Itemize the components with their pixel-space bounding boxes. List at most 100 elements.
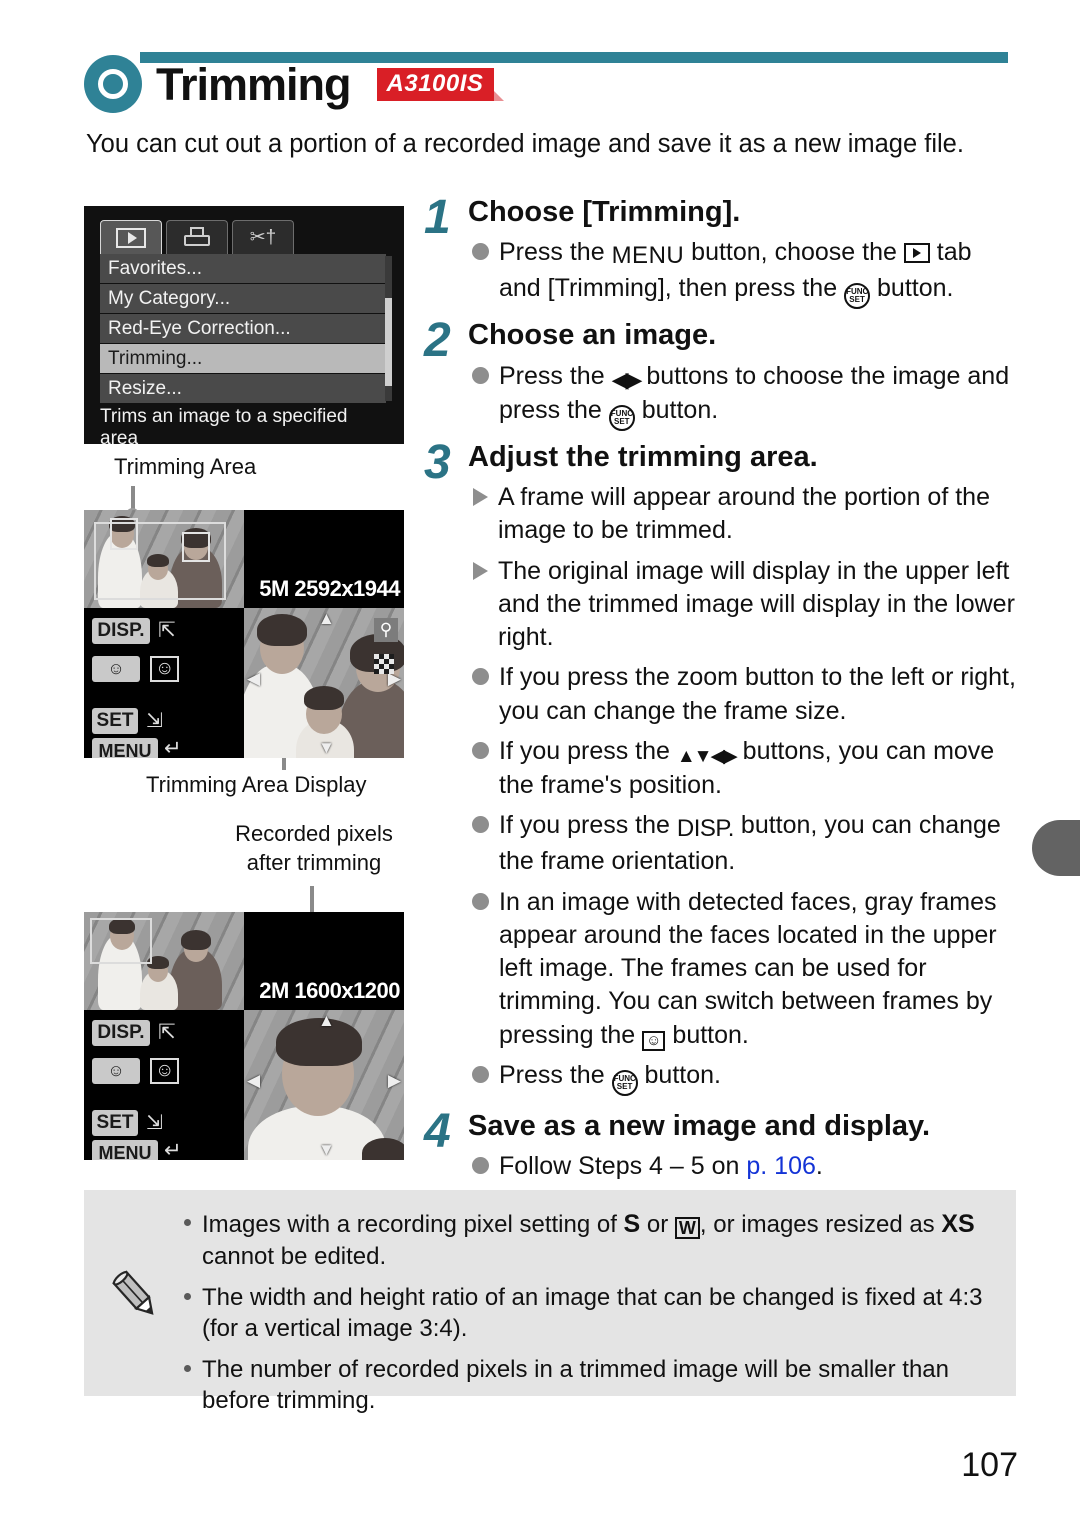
down-arrow-icon: ▼: [318, 1140, 335, 1159]
edge-chapter-tab: [1032, 820, 1080, 876]
face-frame: [110, 518, 138, 550]
bullet-text-a: If you press the: [499, 736, 677, 765]
up-arrow-icon: ▲: [318, 1011, 335, 1030]
face-switch-icon: ☺: [150, 1058, 180, 1084]
face-switch-icon: ☺: [150, 656, 180, 682]
menu-tab-strip: ✂†: [100, 220, 298, 254]
bullet-text: Press the MENU button, choose the tab an…: [499, 236, 1016, 310]
step-bullets: Follow Steps 4 – 5 on p. 106.: [472, 1150, 1016, 1183]
menu-item-resize[interactable]: Resize...: [100, 374, 386, 404]
bullet-dot-icon: [472, 816, 489, 834]
bullet-item: In an image with detected faces, gray fr…: [472, 886, 1016, 1052]
note-text-a: Images with a recording pixel setting of: [202, 1211, 624, 1238]
playback-tab-icon: [903, 243, 930, 264]
recorded-pixels-callout: Recorded pixels after trimming: [84, 820, 406, 912]
face-select-icon: ☺: [642, 1030, 666, 1051]
caption-trimming-area-display: Trimming Area Display: [146, 772, 367, 797]
step-bullets: Press the MENU button, choose the tab an…: [472, 236, 1016, 310]
page-title: Trimming: [156, 58, 352, 110]
bullet-dot-icon: [472, 366, 489, 384]
bullet-item: Press the FUNC SET button.: [472, 1059, 1016, 1096]
print-tab[interactable]: [166, 220, 228, 254]
disp-button-chip: DISP.: [92, 618, 150, 644]
up-arrow-icon: ▲: [318, 609, 335, 628]
steps-column: 1 Choose [Trimming]. Press the MENU butt…: [424, 194, 1016, 1193]
step-number: 4: [424, 1104, 451, 1158]
overview-thumbnail: [84, 912, 244, 1010]
printer-icon: [182, 226, 212, 249]
bullet-triangle-icon: [473, 561, 488, 580]
control-hints-panel: DISP. ⇱ ☺ ☺ SET ⇲ MENU ↵: [84, 1010, 244, 1160]
bullet-triangle-icon: [473, 488, 488, 507]
bullet-text-b: .: [815, 1152, 823, 1181]
bullet-item: The original image will display in the u…: [472, 555, 1016, 655]
bullet-text-b: button.: [665, 1020, 749, 1049]
bullet-item: Follow Steps 4 – 5 on p. 106.: [472, 1150, 1016, 1183]
intro-text: You can cut out a portion of a recorded …: [86, 130, 964, 158]
back-arrow-icon: ↵: [164, 1139, 182, 1160]
caption-trimming-area: Trimming Area: [114, 454, 257, 479]
trimming-area-display-callout: Trimming Area Display: [84, 758, 406, 820]
down-arrow-icon: ▼: [318, 738, 335, 757]
set-button-chip: SET: [92, 708, 138, 734]
func-set-icon: FUNC SET: [608, 404, 635, 431]
page-reference-link[interactable]: p. 106: [746, 1152, 816, 1180]
menu-button-chip: MENU: [92, 1140, 158, 1160]
left-figure-column: ✂† Favorites... My Category... Red-Eye C…: [84, 206, 406, 1160]
bullet-text: If you press the zoom button to the left…: [499, 663, 1016, 725]
overview-thumbnail: [84, 510, 244, 608]
wrench-tool-icon: ✂†: [249, 226, 277, 248]
control-hints-panel: DISP. ⇱ ☺ ☺ SET ⇲ MENU ↵: [84, 608, 244, 758]
note-box: Images with a recording pixel setting of…: [84, 1190, 1016, 1414]
note-text-c: , or images resized as: [699, 1211, 942, 1238]
note-list: Images with a recording pixel setting of…: [84, 1190, 1016, 1416]
disp-button-chip: DISP.: [92, 1020, 150, 1046]
set-button-chip: SET: [92, 1110, 138, 1136]
save-icon: ⇲: [146, 1112, 163, 1134]
model-badge: A3100IS: [376, 67, 505, 101]
bullet-text-a: Press the: [499, 1060, 612, 1089]
trimming-area-callout: Trimming Area: [84, 444, 406, 521]
menu-item-red-eye-correction[interactable]: Red-Eye Correction...: [100, 314, 386, 344]
pencil-icon: [112, 1270, 154, 1315]
menu-scrollbar[interactable]: [385, 256, 392, 401]
bullet-text: Press the FUNC SET button.: [499, 1059, 721, 1096]
menu-button-chip: MENU: [92, 738, 158, 758]
menu-item-trimming[interactable]: Trimming...: [100, 344, 386, 374]
step-title: Save as a new image and display.: [468, 1109, 931, 1142]
section-ring-icon: [84, 55, 142, 113]
bullet-item: Press the ◀▶ buttons to choose the image…: [472, 360, 1016, 431]
page-header: Trimming A3100IS: [84, 55, 505, 113]
step-number: 2: [424, 314, 451, 368]
menu-item-list: Favorites... My Category... Red-Eye Corr…: [100, 254, 386, 404]
note-text-b: or: [640, 1211, 675, 1238]
menu-item-my-category[interactable]: My Category...: [100, 284, 386, 314]
face-frame: [182, 532, 210, 562]
size-s-icon: S: [623, 1210, 641, 1238]
face-select-chip: ☺: [92, 656, 140, 682]
face-select-chip: ☺: [92, 1058, 140, 1084]
bullet-dot-icon: [472, 1065, 489, 1083]
bullet-text: The original image will display in the u…: [498, 556, 1015, 652]
bullet-item: If you press the ▲▼◀▶ buttons, you can m…: [472, 735, 1016, 803]
updown-leftright-arrows-icon: ▲▼◀▶: [676, 745, 738, 767]
size-xs-icon: XS: [941, 1210, 975, 1238]
trimmed-preview: ▲ ▼ ◀ ▶ ⚲: [244, 608, 404, 758]
bullet-item: A frame will appear around the portion o…: [472, 481, 1016, 548]
trimmed-preview: ▲ ▼ ◀ ▶: [244, 1010, 404, 1160]
note-text-d: cannot be edited.: [202, 1242, 387, 1270]
step-3: 3 Adjust the trimming area. A frame will…: [424, 438, 1016, 1096]
func-set-icon: FUNC SET: [844, 283, 871, 310]
bullet-text: If you press the ▲▼◀▶ buttons, you can m…: [499, 735, 1016, 803]
step-1: 1 Choose [Trimming]. Press the MENU butt…: [424, 194, 1016, 310]
settings-tab[interactable]: ✂†: [232, 220, 294, 254]
menu-item-favorites[interactable]: Favorites...: [100, 254, 386, 284]
bullet-dot-icon: [472, 668, 489, 686]
bullet-text: If you press the DISP. button, you can c…: [499, 809, 1016, 878]
leader-line: [282, 758, 286, 770]
back-arrow-icon: ↵: [164, 737, 182, 758]
resolution-label: 2M 1600x1200: [259, 978, 400, 1003]
playback-tab[interactable]: [100, 220, 162, 254]
trimming-area-display-screenshot: 5M 2592x1944 DISP. ⇱ ☺ ☺ SET ⇲ MENU ↵ ▲ …: [84, 510, 404, 758]
manual-page: Trimming A3100IS You can cut out a porti…: [0, 0, 1080, 1521]
